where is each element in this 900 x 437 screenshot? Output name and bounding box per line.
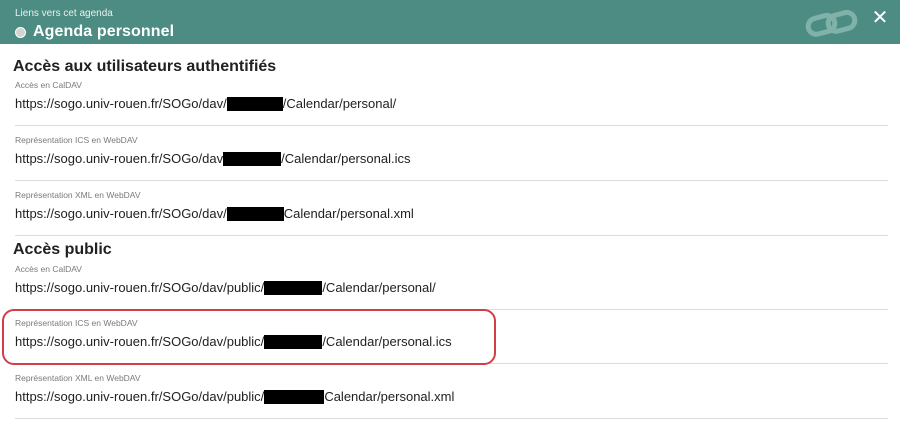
url-suffix: /Calendar/personal/ — [322, 280, 436, 295]
link-icon — [805, 9, 858, 37]
field-label: Représentation XML en WebDAV — [15, 190, 141, 200]
field-authenticated-ics: Représentation ICS en WebDAV https://sog… — [15, 135, 888, 181]
field-authenticated-xml: Représentation XML en WebDAV https://sog… — [15, 190, 888, 236]
url-suffix: /Calendar/personal.ics — [281, 151, 411, 166]
redacted-username — [223, 151, 282, 166]
field-public-xml: Représentation XML en WebDAV https://sog… — [15, 373, 888, 419]
dialog-title: Agenda personnel — [33, 23, 175, 40]
field-public-caldav: Accès en CalDAV https://sogo.univ-rouen.… — [15, 264, 888, 310]
url-prefix: https://sogo.univ-rouen.fr/SOGo/dav/publ… — [15, 280, 265, 295]
url-suffix: Calendar/personal.xml — [283, 206, 414, 221]
field-label: Représentation ICS en WebDAV — [15, 135, 138, 145]
url-prefix: https://sogo.univ-rouen.fr/SOGo/dav — [15, 151, 224, 166]
redacted-username — [264, 280, 323, 295]
redacted-username — [226, 96, 283, 111]
dialog-header: Liens vers cet agenda Agenda personnel ✕ — [0, 0, 900, 44]
redacted-username — [226, 206, 284, 221]
dialog-title-row: Agenda personnel — [15, 23, 174, 41]
url-value[interactable]: https://sogo.univ-rouen.fr/SOGo/dav/Cale… — [15, 151, 410, 166]
url-value[interactable]: https://sogo.univ-rouen.fr/SOGo/dav/publ… — [15, 280, 436, 295]
section-title-authenticated: Accès aux utilisateurs authentifiés — [13, 58, 277, 75]
url-suffix: /Calendar/personal/ — [282, 96, 397, 111]
close-button[interactable]: ✕ — [869, 7, 891, 29]
field-label: Accès en CalDAV — [15, 80, 82, 90]
dialog-subtitle: Liens vers cet agenda — [15, 8, 113, 19]
url-prefix: https://sogo.univ-rouen.fr/SOGo/dav/publ… — [15, 389, 265, 404]
url-prefix: https://sogo.univ-rouen.fr/SOGo/dav/ — [15, 206, 227, 221]
close-icon: ✕ — [871, 7, 889, 29]
section-title-public: Accès public — [13, 241, 112, 258]
redacted-username — [264, 389, 325, 404]
url-value[interactable]: https://sogo.univ-rouen.fr/SOGo/dav/publ… — [15, 389, 454, 404]
field-label: Accès en CalDAV — [15, 264, 82, 274]
calendar-color-dot-icon — [15, 26, 26, 38]
url-value[interactable]: https://sogo.univ-rouen.fr/SOGo/dav/ /Cal… — [15, 96, 396, 111]
url-prefix: https://sogo.univ-rouen.fr/SOGo/dav/ — [15, 96, 227, 111]
field-label: Représentation XML en WebDAV — [15, 373, 141, 383]
url-suffix: Calendar/personal.xml — [324, 389, 455, 404]
highlight-annotation — [2, 309, 496, 365]
field-authenticated-caldav: Accès en CalDAV https://sogo.univ-rouen.… — [15, 80, 888, 126]
url-value[interactable]: https://sogo.univ-rouen.fr/SOGo/dav/Cale… — [15, 206, 414, 221]
